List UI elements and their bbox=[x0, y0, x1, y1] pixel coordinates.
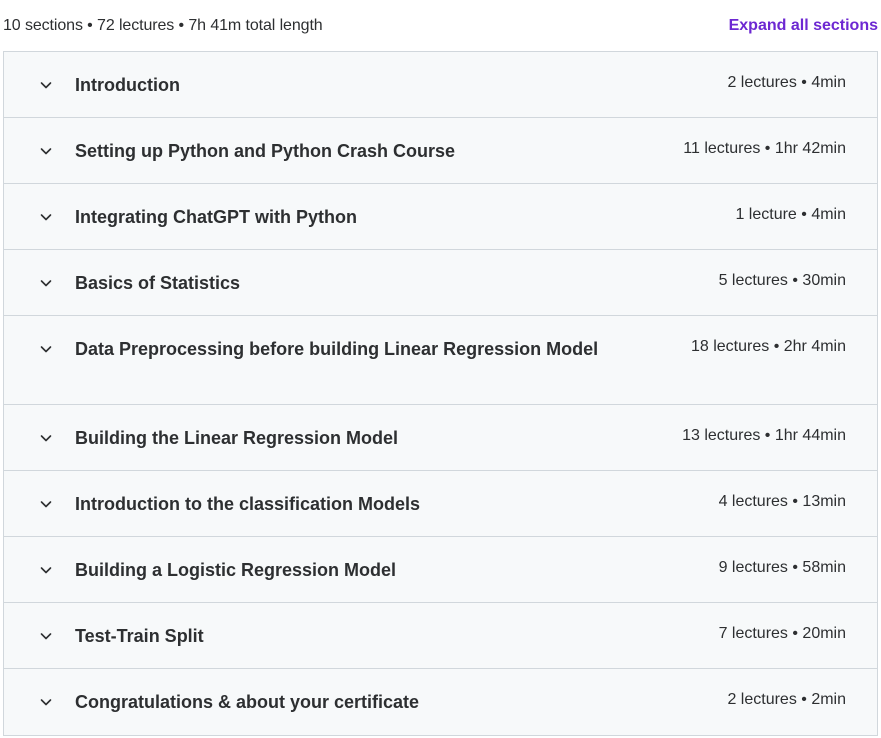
chevron-down-icon bbox=[39, 342, 53, 356]
section-title: Congratulations & about your certificate bbox=[75, 692, 420, 712]
section-meta: 4 lectures • 13min bbox=[718, 493, 846, 510]
section-meta: 18 lectures • 2hr 4min bbox=[690, 338, 846, 355]
section-data-preprocessing[interactable]: Data Preprocessing before building Linea… bbox=[4, 316, 877, 405]
section-meta: 2 lectures • 2min bbox=[727, 691, 846, 708]
section-title: Introduction to the classification Model… bbox=[75, 494, 421, 514]
curriculum-summary: 10 sections • 72 lectures • 7h 41m total… bbox=[3, 16, 323, 34]
section-title: Building the Linear Regression Model bbox=[75, 428, 399, 448]
chevron-down-icon bbox=[39, 276, 53, 290]
section-meta: 5 lectures • 30min bbox=[718, 272, 846, 289]
section-meta: 1 lecture • 4min bbox=[735, 206, 846, 223]
section-introduction[interactable]: Introduction 2 lectures • 4min bbox=[4, 52, 877, 118]
section-classification-models[interactable]: Introduction to the classification Model… bbox=[4, 471, 877, 537]
section-list: Introduction 2 lectures • 4min Setting u… bbox=[3, 51, 878, 736]
section-meta: 9 lectures • 58min bbox=[718, 559, 846, 576]
chevron-down-icon bbox=[39, 563, 53, 577]
section-test-train-split[interactable]: Test-Train Split 7 lectures • 20min bbox=[4, 603, 877, 669]
curriculum-summary-bar: 10 sections • 72 lectures • 7h 41m total… bbox=[0, 0, 881, 51]
section-congratulations[interactable]: Congratulations & about your certificate… bbox=[4, 669, 877, 735]
section-integrating-chatgpt[interactable]: Integrating ChatGPT with Python 1 lectur… bbox=[4, 184, 877, 250]
section-title: Integrating ChatGPT with Python bbox=[75, 207, 357, 227]
chevron-down-icon bbox=[39, 144, 53, 158]
section-logistic-regression[interactable]: Building a Logistic Regression Model 9 l… bbox=[4, 537, 877, 603]
chevron-down-icon bbox=[39, 695, 53, 709]
section-meta: 11 lectures • 1hr 42min bbox=[683, 140, 846, 157]
section-title: Basics of Statistics bbox=[75, 273, 241, 293]
section-setting-up-python[interactable]: Setting up Python and Python Crash Cours… bbox=[4, 118, 877, 184]
section-title: Building a Logistic Regression Model bbox=[75, 560, 397, 580]
course-curriculum: 10 sections • 72 lectures • 7h 41m total… bbox=[0, 0, 881, 738]
section-meta: 7 lectures • 20min bbox=[718, 625, 846, 642]
section-meta: 13 lectures • 1hr 44min bbox=[682, 427, 846, 444]
section-meta: 2 lectures • 4min bbox=[727, 74, 846, 91]
chevron-down-icon bbox=[39, 431, 53, 445]
section-title: Introduction bbox=[75, 75, 180, 95]
chevron-down-icon bbox=[39, 210, 53, 224]
expand-all-sections-button[interactable]: Expand all sections bbox=[729, 17, 878, 35]
section-title: Data Preprocessing before building Linea… bbox=[75, 339, 599, 359]
chevron-down-icon bbox=[39, 629, 53, 643]
chevron-down-icon bbox=[39, 78, 53, 92]
section-title: Setting up Python and Python Crash Cours… bbox=[75, 141, 456, 161]
section-title: Test-Train Split bbox=[75, 626, 204, 646]
section-building-linear-regression[interactable]: Building the Linear Regression Model 13 … bbox=[4, 405, 877, 471]
chevron-down-icon bbox=[39, 497, 53, 511]
section-basics-of-statistics[interactable]: Basics of Statistics 5 lectures • 30min bbox=[4, 250, 877, 316]
